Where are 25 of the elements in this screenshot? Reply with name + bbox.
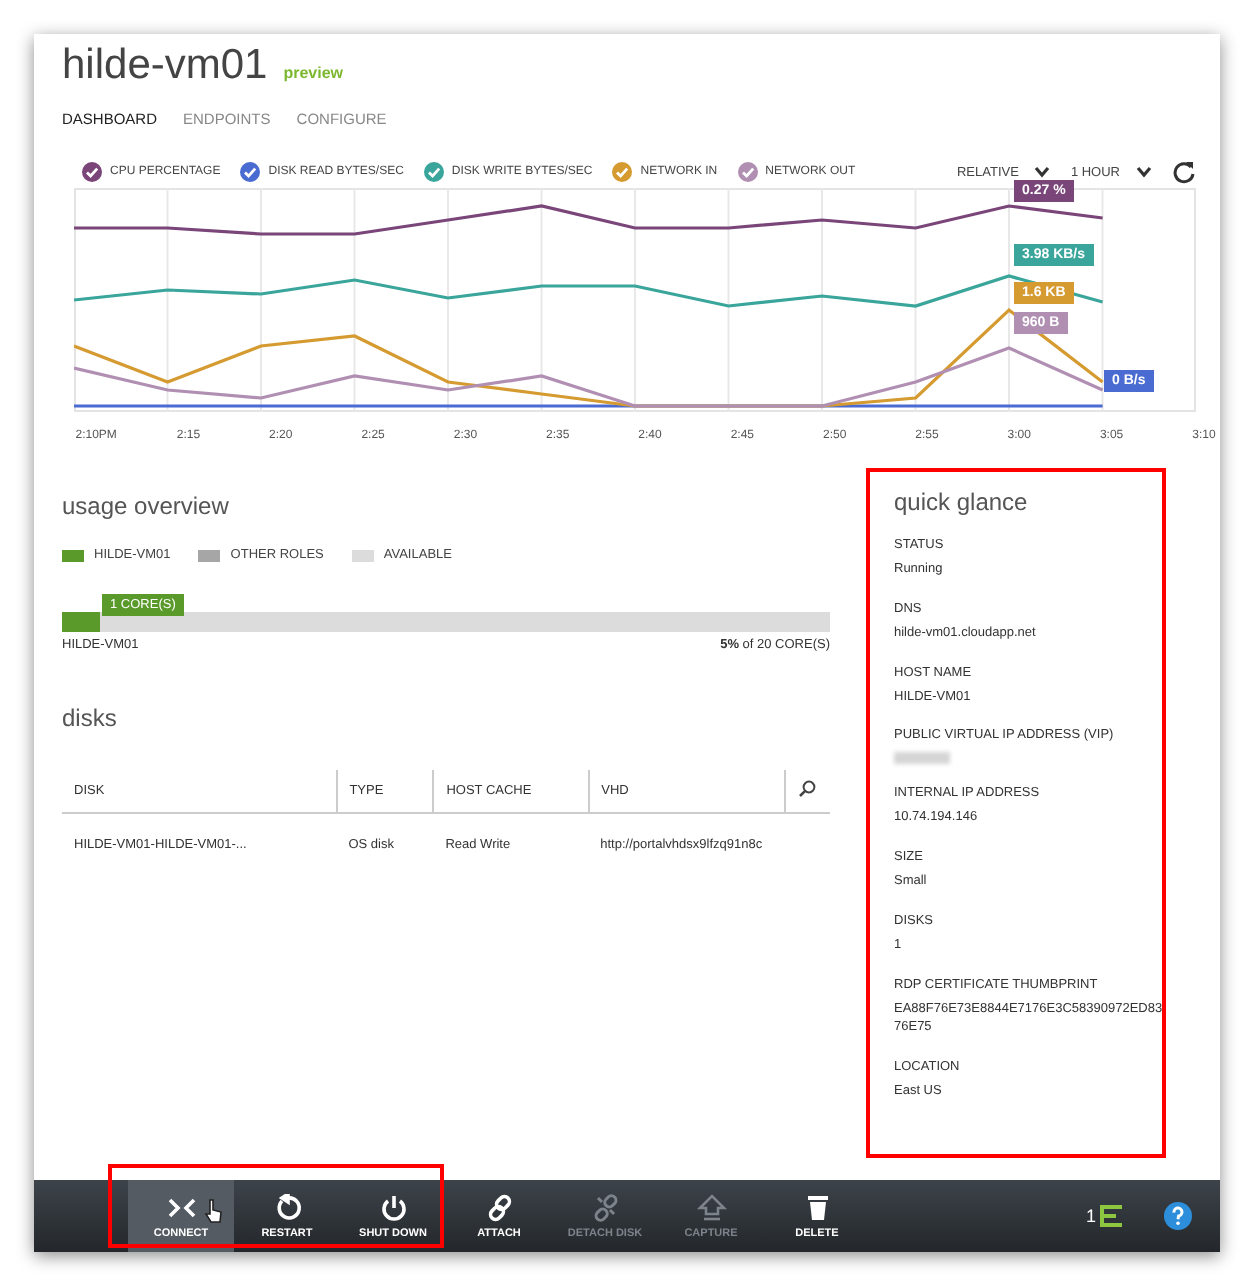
checkbox[interactable] (240, 162, 261, 182)
help-icon[interactable] (1164, 1202, 1192, 1230)
chevron-icon (1136, 166, 1152, 178)
section-title: disks (62, 704, 119, 732)
house-icon (695, 1193, 727, 1221)
section-title: usage overview (62, 492, 231, 520)
search-icon[interactable] (798, 780, 816, 798)
section-title: quick glance (894, 488, 1030, 516)
broken-link-icon (589, 1193, 621, 1221)
activity-count[interactable]: 1 (1085, 1206, 1096, 1226)
blurred-value (894, 752, 950, 765)
hand-cursor-icon (204, 1198, 224, 1224)
refresh-icon[interactable] (1172, 160, 1196, 184)
restart-icon (271, 1193, 303, 1221)
connect-icon (165, 1193, 197, 1221)
checkbox[interactable] (612, 162, 633, 182)
list-icon[interactable] (1100, 1204, 1124, 1228)
checkbox[interactable] (737, 162, 758, 182)
power-icon (377, 1193, 409, 1221)
chevron-icon (1034, 166, 1051, 178)
preview-label: preview (283, 64, 344, 82)
link-icon (483, 1193, 515, 1221)
checkbox[interactable] (82, 162, 102, 182)
page-title: hilde-vm01 (62, 42, 268, 90)
checkbox[interactable] (423, 162, 444, 182)
